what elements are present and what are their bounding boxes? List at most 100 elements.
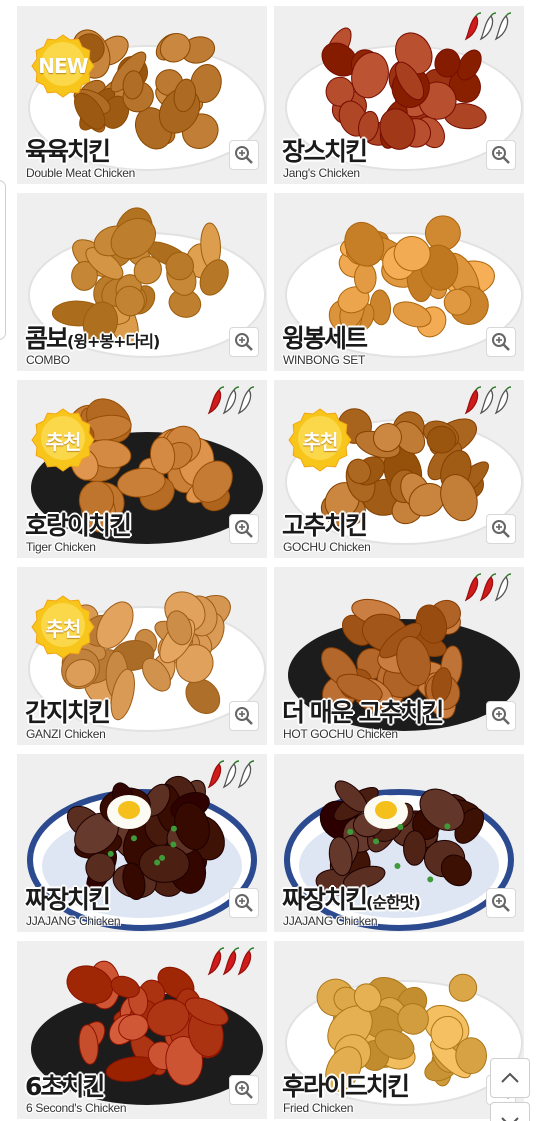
menu-name-korean: 윙봉세트 bbox=[282, 319, 368, 355]
chili-pepper-icon bbox=[494, 388, 509, 415]
menu-name-english: COMBO bbox=[26, 353, 70, 367]
menu-card[interactable]: NEW 육육치킨 Double Meat Chicken bbox=[17, 6, 267, 184]
zoom-in-icon bbox=[235, 520, 253, 538]
chevron-up-icon bbox=[501, 1072, 519, 1083]
menu-card[interactable]: 더 매운 고추치킨 HOT GOCHU Chicken bbox=[274, 567, 524, 745]
zoom-button[interactable] bbox=[229, 888, 259, 918]
zoom-button[interactable] bbox=[229, 1075, 259, 1105]
menu-name-korean-main: 6초치킨 bbox=[25, 1072, 105, 1101]
badge-text: NEW bbox=[38, 54, 88, 78]
menu-name-korean-main: 육육치킨 bbox=[25, 137, 111, 166]
menu-card[interactable]: 추천고추치킨 GOCHU Chicken bbox=[274, 380, 524, 558]
zoom-button[interactable] bbox=[229, 140, 259, 170]
zoom-button[interactable] bbox=[229, 514, 259, 544]
menu-name-korean: 더 매운 고추치킨 bbox=[282, 693, 444, 729]
zoom-button[interactable] bbox=[486, 701, 516, 731]
zoom-in-icon bbox=[235, 146, 253, 164]
menu-card[interactable]: 짜장치킨(순한맛) JJAJANG Chicken bbox=[274, 754, 524, 932]
chili-pepper-icon bbox=[207, 762, 222, 789]
zoom-button[interactable] bbox=[486, 888, 516, 918]
menu-name-korean: 고추치킨 bbox=[282, 506, 368, 542]
chili-pepper-icon bbox=[222, 388, 237, 415]
menu-card[interactable]: 후라이드치킨 Fried Chicken bbox=[274, 941, 524, 1119]
chili-pepper-icon bbox=[222, 949, 237, 976]
zoom-in-icon bbox=[235, 1081, 253, 1099]
menu-name-english: Tiger Chicken bbox=[26, 540, 96, 554]
menu-name-english: JJAJANG Chicken bbox=[26, 914, 121, 928]
zoom-button[interactable] bbox=[486, 514, 516, 544]
chili-pepper-icon bbox=[237, 388, 252, 415]
zoom-button[interactable] bbox=[229, 701, 259, 731]
zoom-in-icon bbox=[492, 707, 510, 725]
chili-pepper-icon bbox=[207, 949, 222, 976]
menu-card[interactable]: 추천간지치킨 GANZI Chicken bbox=[17, 567, 267, 745]
menu-name-korean-main: 짜장치킨 bbox=[282, 885, 368, 914]
spice-level-icon bbox=[207, 760, 255, 789]
menu-name-english: GANZI Chicken bbox=[26, 727, 106, 741]
badge-label: 추천 bbox=[31, 595, 95, 659]
badge-text: 추천 bbox=[302, 429, 339, 454]
scroll-top-button[interactable] bbox=[490, 1058, 530, 1098]
spice-level-icon bbox=[207, 386, 255, 415]
zoom-in-icon bbox=[492, 146, 510, 164]
chili-pepper-icon bbox=[237, 949, 252, 976]
menu-name-korean: 짜장치킨(순한맛) bbox=[282, 880, 421, 916]
menu-name-korean-main: 간지치킨 bbox=[25, 698, 111, 727]
scroll-bottom-button[interactable] bbox=[490, 1102, 530, 1121]
menu-name-korean-main: 콤보 bbox=[25, 324, 69, 353]
menu-name-korean: 짜장치킨 bbox=[25, 880, 111, 916]
menu-name-korean: 호랑이치킨 bbox=[25, 506, 132, 542]
menu-card[interactable]: 짜장치킨 JJAJANG Chicken bbox=[17, 754, 267, 932]
menu-name-korean: 장스치킨 bbox=[282, 132, 368, 168]
zoom-in-icon bbox=[235, 894, 253, 912]
menu-name-korean: 간지치킨 bbox=[25, 693, 111, 729]
spice-level-icon bbox=[464, 12, 512, 41]
menu-name-english: Fried Chicken bbox=[283, 1101, 354, 1115]
chili-pepper-icon bbox=[479, 575, 494, 602]
menu-card[interactable]: 윙봉세트 WINBONG SET bbox=[274, 193, 524, 371]
zoom-button[interactable] bbox=[486, 140, 516, 170]
menu-name-korean-main: 윙봉세트 bbox=[282, 324, 368, 353]
zoom-in-icon bbox=[235, 333, 253, 351]
menu-name-korean-main: 고추치킨 bbox=[282, 511, 368, 540]
chili-pepper-icon bbox=[479, 388, 494, 415]
side-drawer-handle[interactable] bbox=[0, 180, 6, 340]
menu-card[interactable]: 추천 호랑이치킨 Tiger Chicken bbox=[17, 380, 267, 558]
badge-label: NEW bbox=[31, 34, 95, 98]
menu-name-korean-sub: (순한맛) bbox=[366, 893, 421, 912]
zoom-button[interactable] bbox=[229, 327, 259, 357]
menu-name-korean-main: 장스치킨 bbox=[282, 137, 368, 166]
chevron-down-icon bbox=[501, 1117, 519, 1121]
menu-name-korean: 6초치킨 bbox=[25, 1067, 105, 1103]
menu-card[interactable]: 장스치킨 Jang's Chicken bbox=[274, 6, 524, 184]
menu-name-english: WINBONG SET bbox=[283, 353, 366, 367]
menu-name-korean-main: 호랑이치킨 bbox=[25, 511, 132, 540]
chili-pepper-icon bbox=[464, 575, 479, 602]
menu-grid: NEW 육육치킨 Double Meat Chicken 장스치킨 Jang's Chi… bbox=[17, 6, 524, 1119]
chili-pepper-icon bbox=[494, 14, 509, 41]
menu-name-korean-main: 더 매운 고추치킨 bbox=[282, 698, 444, 727]
menu-name-korean-sub: (윙+봉+다리) bbox=[67, 332, 160, 351]
chili-pepper-icon bbox=[464, 388, 479, 415]
menu-name-english: Double Meat Chicken bbox=[26, 166, 136, 180]
menu-name-korean-main: 후라이드치킨 bbox=[282, 1072, 410, 1101]
badge-text: 추천 bbox=[45, 616, 82, 641]
menu-name-english: 6 Second's Chicken bbox=[26, 1101, 127, 1115]
menu-name-korean: 후라이드치킨 bbox=[282, 1067, 410, 1103]
chili-pepper-icon bbox=[222, 762, 237, 789]
menu-card[interactable]: 콤보(윙+봉+다리) COMBO bbox=[17, 193, 267, 371]
zoom-in-icon bbox=[492, 894, 510, 912]
chili-pepper-icon bbox=[479, 14, 494, 41]
menu-name-english: GOCHU Chicken bbox=[283, 540, 371, 554]
zoom-in-icon bbox=[235, 707, 253, 725]
menu-name-korean: 콤보(윙+봉+다리) bbox=[25, 319, 160, 355]
menu-name-english: JJAJANG Chicken bbox=[283, 914, 378, 928]
menu-card[interactable]: 6초치킨 6 Second's Chicken bbox=[17, 941, 267, 1119]
zoom-in-icon bbox=[492, 520, 510, 538]
menu-name-korean-main: 짜장치킨 bbox=[25, 885, 111, 914]
menu-name-korean: 육육치킨 bbox=[25, 132, 111, 168]
chili-pepper-icon bbox=[237, 762, 252, 789]
spice-level-icon bbox=[464, 573, 512, 602]
zoom-button[interactable] bbox=[486, 327, 516, 357]
spice-level-icon bbox=[207, 947, 255, 976]
